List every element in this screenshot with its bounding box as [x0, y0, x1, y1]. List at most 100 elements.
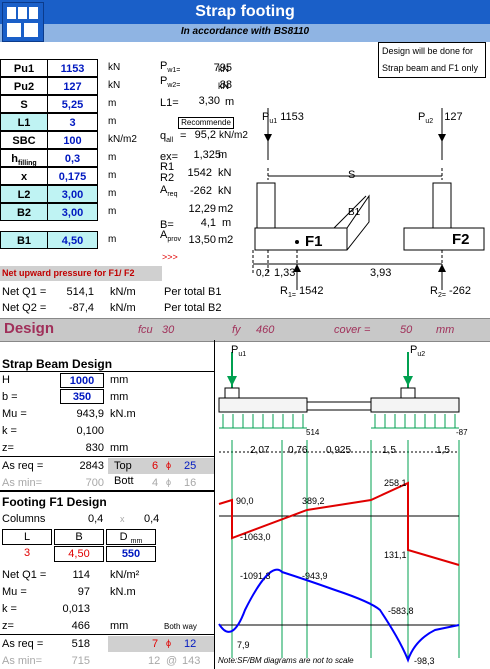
sketch-f1-label: F1 [305, 233, 323, 250]
strap-bott-dia[interactable]: 16 [184, 477, 196, 489]
design-band [0, 318, 490, 342]
bm-label-3: -583,8 [388, 606, 414, 616]
sf-label-1: 90,0 [236, 496, 254, 506]
strap-mu-value: 943,9 [76, 408, 104, 420]
strap-h-unit: mm [110, 374, 129, 386]
input-b1[interactable]: 4,50 [48, 231, 98, 249]
span-label-2: 0,76 [288, 445, 308, 456]
net-q1-label: Net Q1 = [2, 286, 47, 298]
column-dim-x: x [120, 514, 125, 524]
input-h-filling[interactable]: 0,3 [48, 149, 98, 167]
input-label-s: S [0, 95, 48, 113]
fy-value[interactable]: 460 [256, 324, 274, 336]
net-q2-label: Net Q2 = [2, 302, 47, 314]
input-s[interactable]: 5,25 [48, 95, 98, 113]
fy-label: fy [232, 324, 241, 336]
strap-k-value: 0,100 [76, 425, 104, 437]
input-label-h-filling: hfilling [0, 149, 48, 167]
unit-h: m [108, 152, 117, 163]
f1-b-value[interactable]: 4,50 [54, 546, 104, 562]
sketch-dim-3: 3,93 [370, 267, 392, 279]
sketch-dim-1: 0,2 [256, 268, 270, 279]
l1-result-label: L1= [160, 97, 179, 109]
strap-top-label: Top [114, 460, 132, 472]
qall-eq: = [180, 130, 187, 142]
strap-beam-heading: Strap Beam Design [2, 357, 113, 371]
column-dim-a: 0,4 [88, 513, 104, 525]
diagram-note: Note:SF/BM diagrams are not to scale [218, 656, 354, 665]
qall-label: qall [160, 130, 174, 145]
input-label-b1: B1 [0, 231, 48, 249]
f1-bar-phi: ϕ [166, 638, 172, 648]
net-q2-note: Per total B2 [164, 302, 222, 314]
f1-z-value: 466 [71, 620, 90, 632]
strap-top-count[interactable]: 6 [152, 460, 158, 472]
strap-h-input[interactable]: 1000 [60, 373, 104, 388]
f1-bar-count[interactable]: 7 [152, 638, 158, 650]
b-result-unit: m [222, 217, 232, 229]
design-note-line1: Design will be done for [382, 46, 474, 56]
input-l2[interactable]: 3,00 [48, 185, 98, 203]
cover-unit: mm [436, 324, 455, 336]
bm-curve [218, 568, 460, 663]
diagram-column-2 [400, 387, 416, 399]
f1-both-way: Both way [164, 622, 197, 631]
r2-unit: kN [218, 185, 232, 197]
input-label-l2: L2 [0, 185, 48, 203]
net-q1-value: 514,1 [66, 286, 94, 298]
diagram-strap-beam [306, 401, 372, 411]
diagram-f2-pressure [371, 414, 459, 429]
f1-asreq-value: 518 [71, 638, 90, 650]
unit-b1: m [108, 234, 117, 245]
unit-x: m [108, 170, 117, 181]
f1-asmin-label: As min= [2, 655, 43, 667]
strap-z-label: z= [2, 442, 14, 454]
b-result-value: 4,1 [200, 217, 216, 229]
input-label-pu1: Pu1 [0, 59, 48, 77]
strap-beam-rule [0, 371, 214, 372]
pw1-label: Pw1= [160, 60, 181, 75]
cover-value[interactable]: 50 [400, 324, 412, 336]
f1-l-value[interactable]: 3 [2, 547, 52, 559]
sketch-pu1-label: Pu1 1153 [262, 111, 304, 126]
input-label-x: x [0, 167, 48, 185]
strap-k-label: k = [2, 425, 17, 437]
pw2-unit: kN [218, 81, 229, 91]
input-l1[interactable]: 3 [48, 113, 98, 131]
unit-s: m [108, 98, 117, 109]
input-pu1[interactable]: 1153 [48, 59, 98, 77]
strap-top-dia[interactable]: 25 [184, 460, 196, 472]
areq-label: Areq [160, 184, 178, 199]
l1-result-unit: m [225, 96, 235, 108]
qall-value: 95,2 [194, 129, 216, 141]
fcu-value[interactable]: 30 [162, 324, 174, 336]
f1-bar-dia[interactable]: 12 [184, 638, 196, 650]
cover-label: cover = [334, 324, 371, 336]
input-b2[interactable]: 3,00 [48, 203, 98, 221]
bm-label-2: -943,9 [302, 571, 328, 581]
strap-mu-label: Mu = [2, 408, 27, 420]
strap-z-value: 830 [85, 442, 104, 454]
f1-b-header: B [54, 529, 104, 545]
strap-b-input[interactable]: 350 [60, 389, 104, 404]
f1-k-value: 0,013 [62, 603, 90, 615]
sf-curve [218, 481, 460, 566]
unit-l1: m [108, 116, 117, 127]
column-dim-b: 0,4 [144, 513, 160, 525]
design-title: Design [4, 320, 55, 337]
strap-mu-unit: kN.m [110, 408, 136, 420]
areq-value: 12,29 [188, 203, 216, 215]
ex-unit: m [218, 149, 228, 161]
f1-asmin-value: 715 [71, 655, 90, 667]
f1-d-input[interactable]: 550 [106, 546, 156, 562]
input-pu2[interactable]: 127 [48, 77, 98, 95]
f1-mu-unit: kN.m [110, 586, 136, 598]
input-x[interactable]: 0,175 [48, 167, 98, 185]
strap-bott-count[interactable]: 4 [152, 477, 158, 489]
input-sbc[interactable]: 100 [48, 131, 98, 149]
span-label-3: 0,925 [326, 445, 352, 456]
pw1-unit: kN [218, 64, 229, 74]
f1-d-header: D mm [106, 529, 156, 545]
unit-pu1: kN [108, 62, 121, 73]
f1-netq1-label: Net Q1 = [2, 569, 47, 581]
